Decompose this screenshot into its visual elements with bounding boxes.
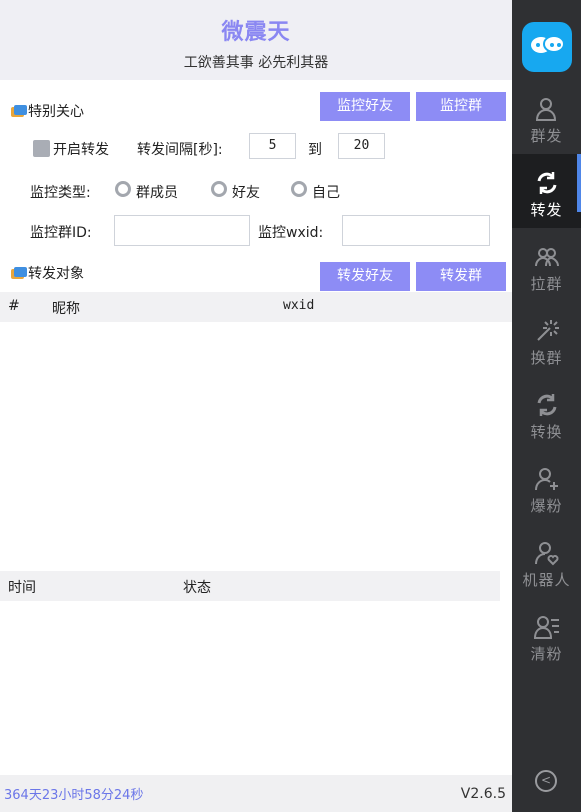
interval-max-input[interactable]: 20 <box>338 133 385 159</box>
sidebar-item-label: 爆粉 <box>530 497 563 515</box>
sidebar-item-label: 清粉 <box>530 645 563 663</box>
status-bar: 364天23小时58分24秒 V2.6.5 <box>0 775 512 812</box>
app-subtitle: 工欲善其事 必先利其器 <box>183 55 329 71</box>
col-nickname: 昵称 <box>52 301 80 317</box>
section-title: 特别关心 <box>28 104 84 120</box>
sidebar-item-robot[interactable]: 机器人 <box>512 524 581 598</box>
section-special-care: 特别关心 <box>10 101 84 121</box>
forward-friends-button[interactable]: 转发好友 <box>320 262 410 291</box>
chevron-left-icon: < <box>540 773 552 787</box>
wxid-input[interactable] <box>342 215 490 246</box>
interval-label: 转发间隔[秒]: <box>137 142 223 158</box>
section-forward-targets: 转发对象 <box>10 263 84 283</box>
sidebar-item-label: 拉群 <box>530 275 563 293</box>
forward-groups-button[interactable]: 转发群 <box>416 262 506 291</box>
app-logo-icon <box>522 22 572 72</box>
sidebar-item-label: 转发 <box>530 201 563 219</box>
sidebar-item-label: 机器人 <box>522 571 571 589</box>
log-table-body[interactable] <box>0 601 512 773</box>
target-table-header: # 昵称 wxid <box>0 292 512 322</box>
sidebar-item-label: 换群 <box>530 349 563 367</box>
tag-icon <box>10 267 28 281</box>
radio-group-member-label: 群成员 <box>136 185 178 201</box>
radio-self[interactable] <box>291 181 307 197</box>
target-table-body[interactable] <box>0 322 512 570</box>
sidebar-item-mass-send[interactable]: 群发 <box>512 80 581 154</box>
collapse-button[interactable]: < <box>535 770 557 792</box>
monitor-type-label: 监控类型: <box>30 185 91 201</box>
sidebar-item-label: 群发 <box>530 127 563 145</box>
header: 微震天 工欲善其事 必先利其器 <box>0 0 512 80</box>
group-id-label: 监控群ID: <box>30 225 92 241</box>
radio-self-label: 自己 <box>312 185 340 201</box>
radio-group-member[interactable] <box>115 181 131 197</box>
magic-wand-icon <box>536 320 559 341</box>
convert-icon <box>537 394 556 416</box>
sidebar-item-label: 转换 <box>530 423 563 441</box>
app-title: 微震天 <box>221 20 291 45</box>
version-text: V2.6.5 <box>460 786 506 802</box>
sidebar: 群发 转发 拉群 换群 转换 爆粉 机器人 清粉 < <box>512 0 581 812</box>
monitor-friends-button[interactable]: 监控好友 <box>320 92 410 121</box>
radio-friend-label: 好友 <box>232 185 260 201</box>
enable-forward-checkbox[interactable] <box>33 140 50 157</box>
group-icon <box>534 248 559 267</box>
monitor-groups-button[interactable]: 监控群 <box>416 92 506 121</box>
col-wxid: wxid <box>283 298 315 313</box>
sidebar-item-pull-group[interactable]: 拉群 <box>512 228 581 302</box>
interval-min-input[interactable]: 5 <box>249 133 296 159</box>
to-label: 到 <box>308 142 322 158</box>
radio-friend[interactable] <box>211 181 227 197</box>
user-add-icon <box>534 468 558 491</box>
refresh-icon <box>537 172 556 194</box>
user-list-icon <box>533 616 559 639</box>
user-heart-icon <box>534 542 558 566</box>
sidebar-item-switch-group[interactable]: 换群 <box>512 302 581 376</box>
col-index: # <box>8 298 20 314</box>
enable-forward-label: 开启转发 <box>53 142 109 158</box>
user-icon <box>535 98 556 121</box>
log-table-header: 时间 状态 <box>0 571 500 601</box>
wxid-label: 监控wxid: <box>258 225 324 241</box>
col-time: 时间 <box>8 580 36 596</box>
group-id-input[interactable] <box>114 215 250 246</box>
col-status: 状态 <box>183 580 211 596</box>
sidebar-item-convert[interactable]: 转换 <box>512 376 581 450</box>
sidebar-item-clean-fans[interactable]: 清粉 <box>512 598 581 672</box>
uptime-text: 364天23小时58分24秒 <box>4 788 144 803</box>
section-title: 转发对象 <box>28 266 84 282</box>
sidebar-item-forward[interactable]: 转发 <box>512 154 581 228</box>
tag-icon <box>10 105 28 119</box>
sidebar-item-boost-fans[interactable]: 爆粉 <box>512 450 581 524</box>
